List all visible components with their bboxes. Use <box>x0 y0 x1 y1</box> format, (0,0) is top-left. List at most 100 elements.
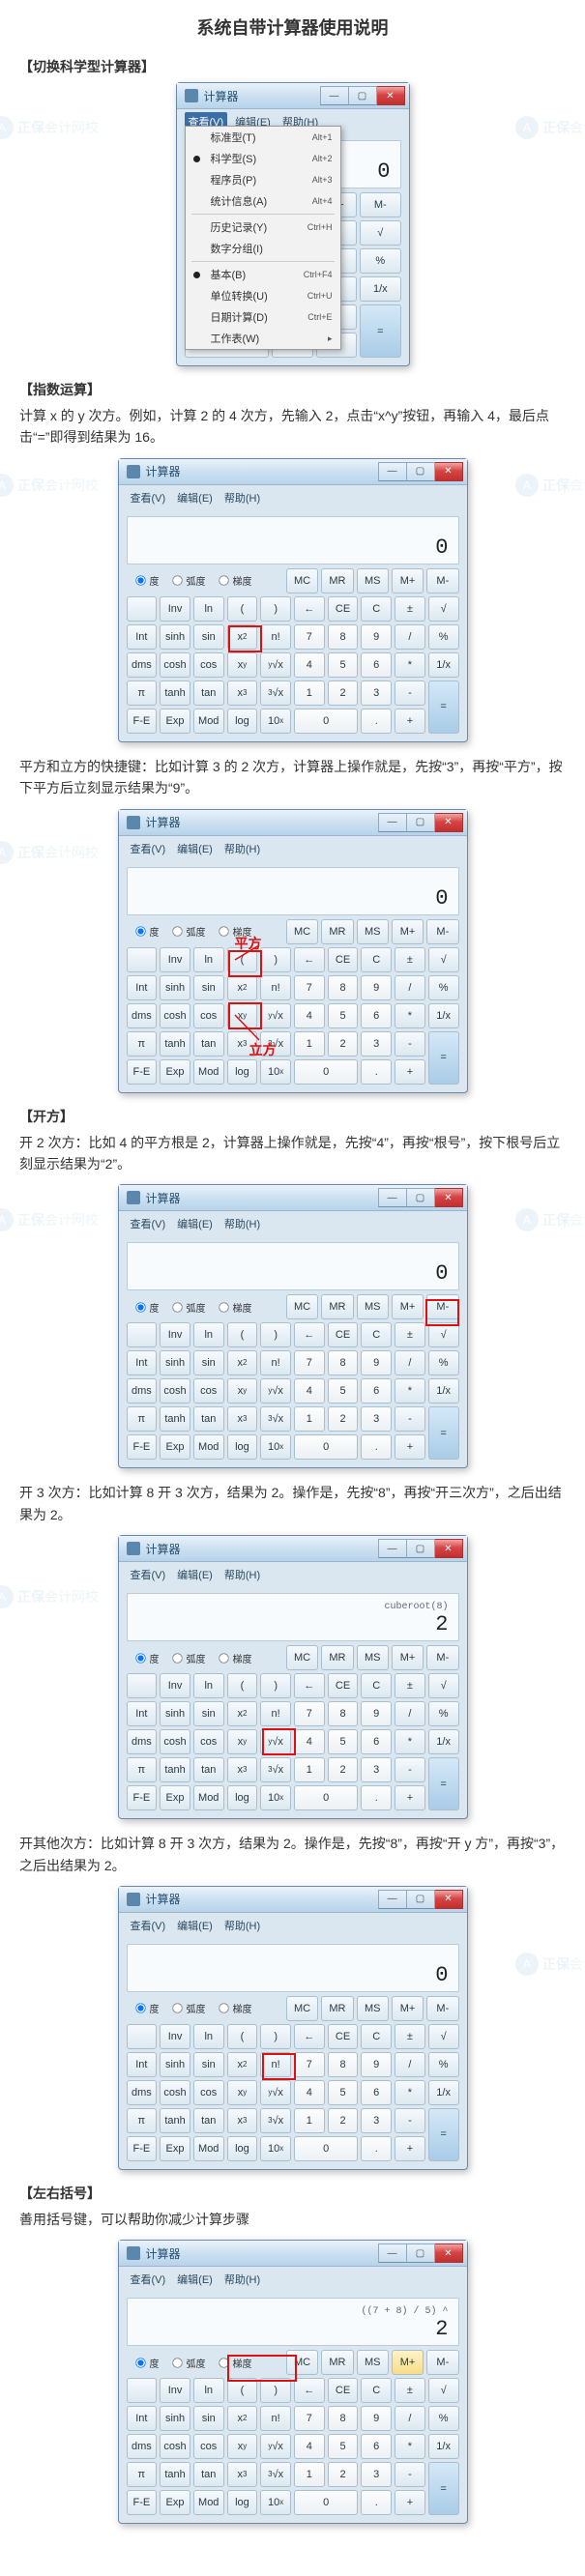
sqrt-button[interactable]: √ <box>360 220 400 246</box>
equals-button[interactable]: = <box>428 680 459 734</box>
calculator-window-sci-3: 计算器 —▢✕ 查看(V)编辑(E)帮助(H) 0 度 弧度 梯度 MC MR … <box>118 1184 468 1468</box>
x2-button[interactable]: x2 <box>227 624 258 650</box>
yroot-button[interactable]: y√x <box>260 2080 291 2105</box>
mod-button[interactable]: Mod <box>193 709 224 734</box>
xy-button[interactable]: xy <box>227 652 258 678</box>
dms-button[interactable]: dms <box>127 652 158 678</box>
lparen-button[interactable]: ( <box>227 2378 258 2403</box>
exp-button[interactable]: Exp <box>160 709 190 734</box>
unit-rad[interactable]: 弧度 <box>171 573 206 588</box>
maximize-button[interactable]: ▢ <box>349 86 377 105</box>
add-button[interactable]: + <box>395 709 425 734</box>
menu-edit[interactable]: 编辑(E) <box>173 488 217 507</box>
sin-button[interactable]: sin <box>193 624 224 650</box>
menu-item-digit[interactable]: 数字分组(I) <box>186 238 340 259</box>
window-title: 计算器 <box>146 463 378 479</box>
cuberoot-button[interactable]: 3√x <box>260 680 291 706</box>
recip-button[interactable]: 1/x <box>428 652 459 678</box>
digit-9[interactable]: 9 <box>361 624 392 650</box>
view-menu-dropdown[interactable]: 标准型(T)Alt+1 科学型(S)Alt+2 程序员(P)Alt+3 统计信息… <box>185 126 341 350</box>
close-button[interactable]: ✕ <box>377 86 405 105</box>
titlebar[interactable]: 计算器 — ▢ ✕ <box>119 459 467 485</box>
menu-item-history[interactable]: 历史记录(Y)Ctrl+H <box>186 217 340 238</box>
fact-button[interactable]: n! <box>260 624 291 650</box>
titlebar[interactable]: 计算器 — ▢ ✕ <box>177 83 409 109</box>
rparen-button[interactable]: ) <box>260 596 291 622</box>
dot-button[interactable]: . <box>361 709 392 734</box>
menu-item-statistics[interactable]: 统计信息(A)Alt+4 <box>186 190 340 212</box>
keypad: Inv ln ( ) ← CE C ± √ Int sinh sin x2 n!… <box>127 596 459 734</box>
x2-button[interactable]: x2 <box>227 975 258 1000</box>
digit-5[interactable]: 5 <box>328 652 359 678</box>
digit-3[interactable]: 3 <box>361 680 392 706</box>
menu-item-scientific[interactable]: 科学型(S)Alt+2 <box>186 148 340 169</box>
ce-button[interactable]: CE <box>328 596 359 622</box>
yroot-button[interactable]: y√x <box>260 652 291 678</box>
menu-item-basic[interactable]: 基本(B)Ctrl+F4 <box>186 264 340 285</box>
mc-button[interactable]: MC <box>286 568 318 593</box>
menu-item-date[interactable]: 日期计算(D)Ctrl+E <box>186 306 340 328</box>
sqrt-button[interactable]: √ <box>428 596 459 622</box>
maximize-button[interactable]: ▢ <box>407 462 435 481</box>
neg-button[interactable]: ± <box>395 596 425 622</box>
x3-button[interactable]: x3 <box>227 1031 258 1056</box>
c-button[interactable]: C <box>361 596 392 622</box>
maximize-button[interactable]: ▢ <box>407 813 435 832</box>
minimize-button[interactable]: — <box>378 462 407 481</box>
recip-button[interactable]: 1/x <box>360 276 400 302</box>
ln-button[interactable]: ln <box>193 596 224 622</box>
log-button[interactable]: log <box>227 709 258 734</box>
digit-6[interactable]: 6 <box>361 652 392 678</box>
tanh-button[interactable]: tanh <box>160 680 190 706</box>
lparen-button[interactable]: ( <box>227 596 258 622</box>
div-button[interactable]: / <box>395 624 425 650</box>
mul-button[interactable]: * <box>395 652 425 678</box>
cosh-button[interactable]: cosh <box>160 652 190 678</box>
back-button[interactable]: ← <box>294 596 325 622</box>
mminus-button[interactable]: M- <box>360 192 400 217</box>
minimize-button[interactable]: — <box>378 813 407 832</box>
unit-grad[interactable]: 梯度 <box>218 573 252 588</box>
mplus-button[interactable]: M+ <box>392 568 424 593</box>
sqrt-button[interactable]: √ <box>428 1322 459 1347</box>
tan-button[interactable]: tan <box>193 680 224 706</box>
int-button[interactable]: Int <box>127 624 158 650</box>
menu-item-programmer[interactable]: 程序员(P)Alt+3 <box>186 169 340 190</box>
unit-deg[interactable]: 度 <box>134 573 160 588</box>
pct-button[interactable]: % <box>428 624 459 650</box>
x3-button[interactable]: x3 <box>227 680 258 706</box>
equals-button[interactable]: = <box>360 304 400 358</box>
cuberoot-button[interactable]: 3√x <box>260 1757 291 1782</box>
ms-button[interactable]: MS <box>357 568 389 593</box>
close-button[interactable]: ✕ <box>435 813 463 832</box>
app-icon <box>127 465 140 478</box>
digit-2[interactable]: 2 <box>328 680 359 706</box>
menu-view[interactable]: 查看(V) <box>127 488 170 507</box>
mplus-highlighted-button[interactable]: M+ <box>392 2350 424 2375</box>
cos-button[interactable]: cos <box>193 652 224 678</box>
tenx-button[interactable]: 10x <box>260 709 291 734</box>
sinh-button[interactable]: sinh <box>160 624 190 650</box>
window-title: 计算器 <box>204 88 320 104</box>
digit-1[interactable]: 1 <box>294 680 325 706</box>
digit-8[interactable]: 8 <box>328 624 359 650</box>
display-result: 2 <box>435 2317 448 2341</box>
inv-button[interactable]: Inv <box>160 596 190 622</box>
menu-item-unit[interactable]: 单位转换(U)Ctrl+U <box>186 285 340 306</box>
fe-button[interactable]: F-E <box>127 709 158 734</box>
menubar[interactable]: 查看(V) 编辑(E) 帮助(H) <box>119 485 467 510</box>
menu-item-standard[interactable]: 标准型(T)Alt+1 <box>186 127 340 148</box>
pi-button[interactable]: π <box>127 680 158 706</box>
sub-button[interactable]: - <box>395 680 425 706</box>
minimize-button[interactable]: — <box>320 86 349 105</box>
digit-0[interactable]: 0 <box>294 709 358 734</box>
mr-button[interactable]: MR <box>321 568 353 593</box>
menu-item-sheet[interactable]: 工作表(W)▸ <box>186 328 340 349</box>
digit-7[interactable]: 7 <box>294 624 325 650</box>
digit-4[interactable]: 4 <box>294 652 325 678</box>
rparen-button[interactable]: ) <box>260 2378 291 2403</box>
pct-button[interactable]: % <box>360 248 400 274</box>
menu-help[interactable]: 帮助(H) <box>220 488 264 507</box>
mminus-button[interactable]: M- <box>426 568 458 593</box>
close-button[interactable]: ✕ <box>435 462 463 481</box>
